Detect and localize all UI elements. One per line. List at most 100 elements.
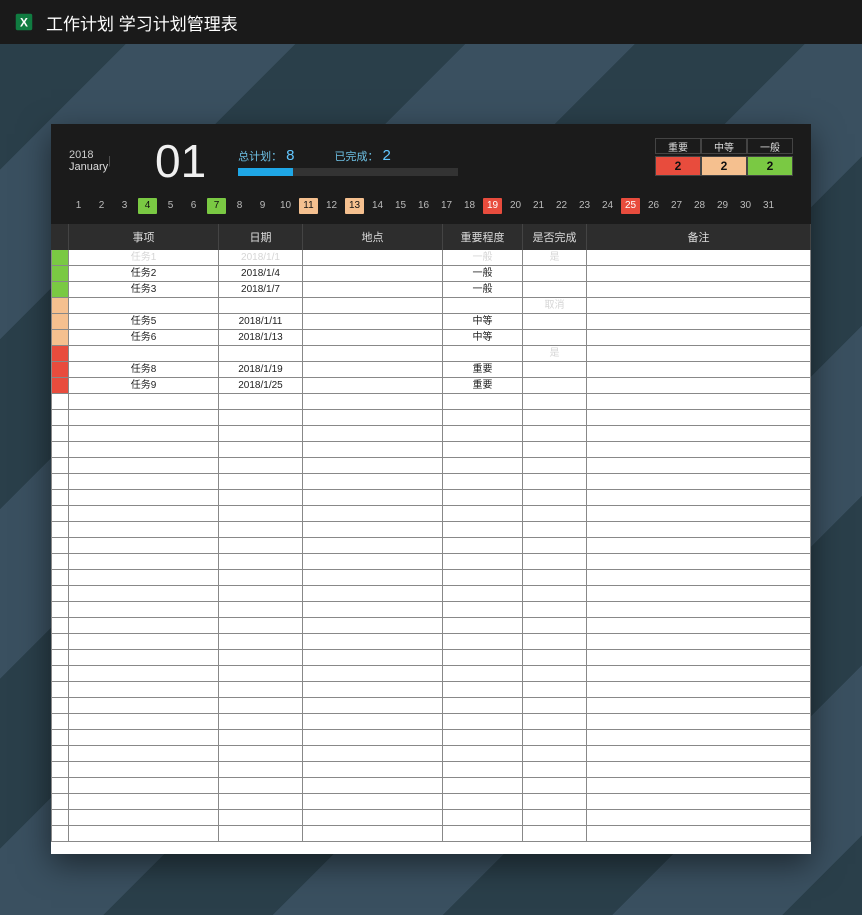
- calendar-day: 30: [736, 198, 755, 214]
- table-row: [51, 506, 811, 522]
- cell-done: [523, 410, 587, 426]
- cell-location: [303, 746, 443, 762]
- row-color-mark: [51, 762, 69, 778]
- row-color-mark: [51, 602, 69, 618]
- table-row: [51, 730, 811, 746]
- cell-done: [523, 490, 587, 506]
- cell-done: [523, 394, 587, 410]
- cell-done: [523, 698, 587, 714]
- cell-done: [523, 762, 587, 778]
- col-location: 地点: [303, 224, 443, 250]
- calendar-day: 15: [391, 198, 410, 214]
- cell-date: [219, 442, 303, 458]
- cell-level: 中等: [443, 314, 523, 330]
- table-row: [51, 442, 811, 458]
- row-color-mark: [51, 394, 69, 410]
- cell-item: [69, 794, 219, 810]
- row-color-mark: [51, 250, 69, 266]
- cell-done: 取消: [523, 298, 587, 314]
- calendar-strip: 1234567891011121314151617181920212223242…: [51, 192, 811, 224]
- cell-level: [443, 618, 523, 634]
- calendar-day: 26: [644, 198, 663, 214]
- table-row: [51, 650, 811, 666]
- titlebar: X 工作计划 学习计划管理表: [0, 0, 862, 44]
- row-color-mark: [51, 314, 69, 330]
- cell-item: [69, 602, 219, 618]
- cell-note: [587, 778, 811, 794]
- cell-level: [443, 682, 523, 698]
- row-color-mark: [51, 810, 69, 826]
- cell-note: [587, 506, 811, 522]
- cell-done: [523, 474, 587, 490]
- cell-item: [69, 490, 219, 506]
- cell-item: [69, 682, 219, 698]
- cell-item: [69, 698, 219, 714]
- cell-location: [303, 330, 443, 346]
- cell-location: [303, 826, 443, 842]
- cell-item: [69, 826, 219, 842]
- cell-item: [69, 394, 219, 410]
- cell-item: [69, 714, 219, 730]
- row-color-mark: [51, 634, 69, 650]
- cell-level: [443, 442, 523, 458]
- cell-date: [219, 506, 303, 522]
- cell-done: [523, 426, 587, 442]
- header-month-num: 01: [155, 138, 206, 184]
- cell-location: [303, 490, 443, 506]
- cell-note: [587, 730, 811, 746]
- cell-done: [523, 730, 587, 746]
- cell-done: [523, 746, 587, 762]
- cell-date: 2018/1/4: [219, 266, 303, 282]
- header-stats: 总计划：8 已完成：2: [220, 138, 655, 184]
- cell-date: [219, 538, 303, 554]
- calendar-day: 5: [161, 198, 180, 214]
- cell-date: [219, 458, 303, 474]
- cell-item: [69, 346, 219, 362]
- cell-location: [303, 778, 443, 794]
- cell-item: [69, 778, 219, 794]
- row-color-mark: [51, 746, 69, 762]
- cell-location: [303, 618, 443, 634]
- cell-item: [69, 522, 219, 538]
- cell-note: [587, 794, 811, 810]
- col-done: 是否完成: [523, 224, 587, 250]
- row-color-mark: [51, 586, 69, 602]
- cell-item: 任务5: [69, 314, 219, 330]
- row-color-mark: [51, 410, 69, 426]
- cell-date: [219, 522, 303, 538]
- cell-item: 任务8: [69, 362, 219, 378]
- row-color-mark: [51, 346, 69, 362]
- cell-date: [219, 714, 303, 730]
- row-color-mark: [51, 426, 69, 442]
- row-color-mark: [51, 442, 69, 458]
- cell-item: [69, 730, 219, 746]
- cell-done: [523, 682, 587, 698]
- cell-note: [587, 698, 811, 714]
- cell-note: [587, 490, 811, 506]
- cell-item: 任务1: [69, 250, 219, 266]
- cell-note: [587, 250, 811, 266]
- cell-level: [443, 506, 523, 522]
- cell-location: [303, 298, 443, 314]
- cell-done: [523, 378, 587, 394]
- cell-done: [523, 794, 587, 810]
- table-row: [51, 522, 811, 538]
- cell-level: 一般: [443, 266, 523, 282]
- cell-date: [219, 602, 303, 618]
- cell-note: [587, 522, 811, 538]
- cell-done: [523, 522, 587, 538]
- table-row: 任务32018/1/7一般: [51, 282, 811, 298]
- cell-location: [303, 458, 443, 474]
- calendar-day: 19: [483, 198, 502, 214]
- legend-important-count: 2: [655, 156, 701, 176]
- cell-level: [443, 634, 523, 650]
- cell-note: [587, 538, 811, 554]
- cell-done: [523, 538, 587, 554]
- cell-note: [587, 634, 811, 650]
- cell-note: [587, 618, 811, 634]
- calendar-day: 14: [368, 198, 387, 214]
- cell-item: [69, 746, 219, 762]
- table-row: [51, 490, 811, 506]
- cell-location: [303, 394, 443, 410]
- cell-level: [443, 426, 523, 442]
